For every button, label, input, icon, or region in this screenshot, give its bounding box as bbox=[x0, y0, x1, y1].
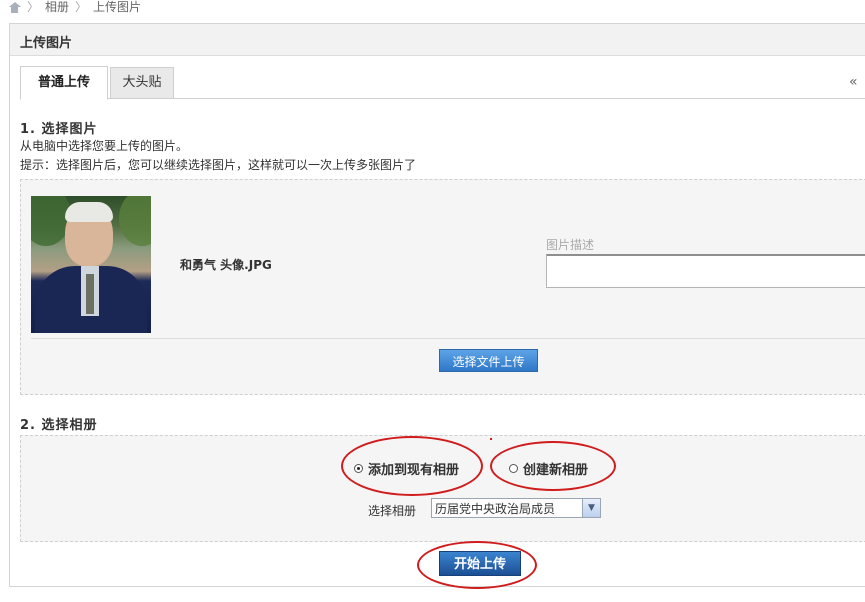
upload-divider bbox=[31, 338, 865, 339]
breadcrumb-item-album[interactable]: 相册 bbox=[45, 0, 69, 14]
breadcrumb-separator: 〉 bbox=[75, 0, 88, 14]
annotation-ellipse-new bbox=[490, 441, 616, 491]
annotation-dot bbox=[490, 438, 492, 440]
panel-header bbox=[10, 24, 865, 56]
select-file-button[interactable]: 选择文件上传 bbox=[439, 349, 538, 372]
album-select-label: 选择相册 bbox=[368, 504, 417, 518]
breadcrumb-item-upload: 上传图片 bbox=[93, 0, 142, 14]
home-icon[interactable] bbox=[8, 1, 21, 13]
album-select-value: 历届党中央政治局成员 bbox=[435, 501, 556, 516]
section-select-image-hint: 提示：选择图片后，您可以继续选择图片，这样就可以一次上传多张图片了 bbox=[20, 158, 417, 172]
section-select-image-title: 1. 选择图片 bbox=[20, 122, 98, 137]
tab-normal-upload[interactable]: 普通上传 bbox=[20, 66, 108, 100]
panel-title: 上传图片 bbox=[20, 36, 73, 51]
breadcrumb-separator: 〉 bbox=[27, 0, 40, 14]
photo-filename: 和勇气 头像.JPG bbox=[180, 258, 272, 272]
album-select[interactable]: 历届党中央政治局成员 ▼ bbox=[431, 498, 601, 518]
annotation-ellipse-existing bbox=[341, 436, 483, 496]
annotation-ellipse-start bbox=[417, 541, 537, 589]
chevron-down-icon[interactable]: ▼ bbox=[582, 499, 600, 517]
collapse-icon[interactable]: « bbox=[849, 74, 858, 90]
breadcrumb: 〉 相册 〉 上传图片 bbox=[8, 0, 141, 14]
section-select-image-desc: 从电脑中选择您要上传的图片。 bbox=[20, 139, 189, 153]
photo-description-label: 图片描述 bbox=[546, 238, 595, 252]
photo-description-input[interactable] bbox=[546, 254, 865, 288]
section-select-album-title: 2. 选择相册 bbox=[20, 418, 98, 433]
tab-photo-sticker[interactable]: 大头贴 bbox=[110, 67, 174, 99]
photo-thumbnail bbox=[31, 196, 151, 333]
